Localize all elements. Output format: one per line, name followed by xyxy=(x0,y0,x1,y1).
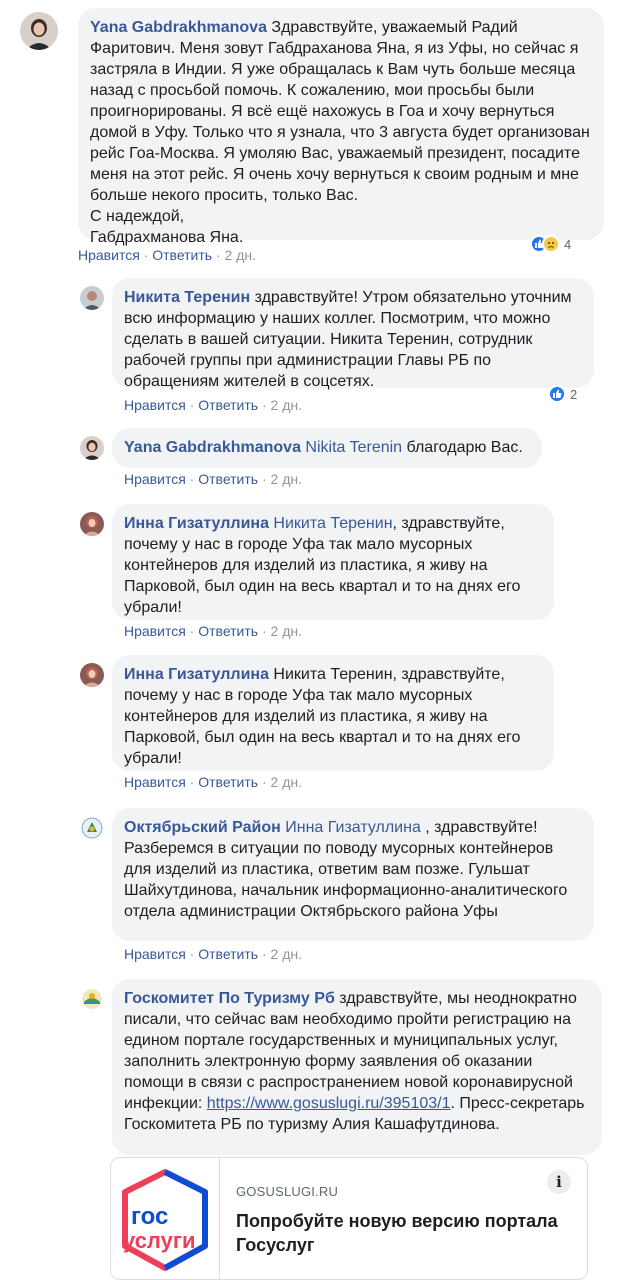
user-photo-icon xyxy=(20,12,58,50)
separator-dot: · xyxy=(258,946,271,962)
user-photo-icon xyxy=(80,663,104,687)
gosuslugi-logo: гос услуги xyxy=(111,1158,220,1279)
comment-bubble: Октябрьский Район Инна Гизатуллина , здр… xyxy=(112,808,594,941)
separator-dot: · xyxy=(185,946,199,962)
comment-actions: Нравится · Ответить · 2 дн. xyxy=(124,396,302,414)
like-reaction-icon xyxy=(548,385,566,403)
comment-nikita: Никита Теренин здравствуйте! Утром обяза… xyxy=(80,278,594,390)
mention-link[interactable]: Инна Гизатуллина xyxy=(285,819,421,836)
separator-dot: · xyxy=(185,623,199,639)
logo-text-top: гос xyxy=(131,1203,168,1230)
comment-author[interactable]: Инна Гизатуллина xyxy=(124,666,269,683)
user-photo-icon xyxy=(80,286,104,310)
comment-sign-2: Габдрахманова Яна. xyxy=(90,229,244,246)
comment-actions: Нравится · Ответить · 2 дн. xyxy=(78,246,256,264)
comment-yana-2: Yana Gabdrakhmanova Nikita Terenin благо… xyxy=(80,428,542,468)
comment-time[interactable]: 2 дн. xyxy=(271,623,302,639)
comment-inna-1: Инна Гизатуллина Никита Теренин, здравст… xyxy=(80,504,554,620)
comment-time[interactable]: 2 дн. xyxy=(271,774,302,790)
avatar[interactable] xyxy=(80,512,104,536)
comment-bubble: Инна Гизатуллина Никита Теренин, здравст… xyxy=(112,655,554,771)
tourism-committee-logo-icon xyxy=(80,987,104,1011)
preview-title[interactable]: Попробуйте новую версию портала Госуслуг xyxy=(236,1209,571,1257)
comment-time[interactable]: 2 дн. xyxy=(271,946,302,962)
comment-body: благодарю Вас. xyxy=(406,439,523,456)
comment-author[interactable]: Yana Gabdrakhmanova xyxy=(90,19,267,36)
reply-link[interactable]: Ответить xyxy=(198,397,258,413)
separator-dot: · xyxy=(139,247,153,263)
comment-actions: Нравится · Ответить · 2 дн. xyxy=(124,622,302,640)
reply-link[interactable]: Ответить xyxy=(198,623,258,639)
separator-dot: · xyxy=(185,774,199,790)
comment-text: Yana Gabdrakhmanova Здравствуйте, уважае… xyxy=(90,17,592,206)
reply-link[interactable]: Ответить xyxy=(198,946,258,962)
avatar[interactable] xyxy=(80,663,104,687)
comment-oktyabrsky: Октябрьский Район Инна Гизатуллина , здр… xyxy=(80,808,594,941)
reply-link[interactable]: Ответить xyxy=(152,247,212,263)
reactions-summary[interactable]: 4 xyxy=(530,235,571,253)
reply-link[interactable]: Ответить xyxy=(198,471,258,487)
avatar[interactable] xyxy=(20,12,58,50)
comment-author[interactable]: Инна Гизатуллина xyxy=(124,515,269,532)
comment-bubble: Госкомитет По Туризму Рб здравствуйте, м… xyxy=(112,979,602,1155)
like-link[interactable]: Нравится xyxy=(124,946,186,962)
reaction-count: 4 xyxy=(564,236,572,252)
avatar[interactable] xyxy=(80,436,104,460)
user-photo-icon xyxy=(80,436,104,460)
separator-dot: · xyxy=(258,471,271,487)
separator-dot: · xyxy=(258,774,271,790)
link-preview-card[interactable]: гос услуги GOSUSLUGI.RU Попробуйте новую… xyxy=(110,1157,588,1280)
comment-author[interactable]: Госкомитет По Туризму Рб xyxy=(124,990,335,1007)
info-icon[interactable]: i xyxy=(547,1170,571,1194)
mention-link[interactable]: Nikita Terenin xyxy=(305,439,402,456)
separator-dot: · xyxy=(185,471,199,487)
comment-bubble: Инна Гизатуллина Никита Теренин, здравст… xyxy=(112,504,554,620)
like-link[interactable]: Нравится xyxy=(124,471,186,487)
comment-sign-1: С надеждой, xyxy=(90,208,185,225)
comment-time[interactable]: 2 дн. xyxy=(271,471,302,487)
comment-author[interactable]: Октябрьский Район xyxy=(124,819,281,836)
comment-body: Здравствуйте, уважаемый Радий Фаритович.… xyxy=(90,19,590,204)
user-photo-icon xyxy=(80,512,104,536)
comment-actions: Нравится · Ответить · 2 дн. xyxy=(124,773,302,791)
separator-dot: · xyxy=(212,247,225,263)
like-link[interactable]: Нравится xyxy=(124,623,186,639)
comment-author[interactable]: Yana Gabdrakhmanova xyxy=(124,439,301,456)
reactions-summary[interactable]: 2 xyxy=(548,385,577,403)
district-emblem-icon xyxy=(80,816,104,840)
comment-goskomitet: Госкомитет По Туризму Рб здравствуйте, м… xyxy=(80,979,602,1155)
mention-link[interactable]: Никита Теренин xyxy=(273,515,392,532)
gosuslugi-logo-icon: гос услуги xyxy=(122,1168,208,1271)
comment-inna-2: Инна Гизатуллина Никита Теренин, здравст… xyxy=(80,655,554,771)
comment-actions: Нравится · Ответить · 2 дн. xyxy=(124,470,302,488)
gosuslugi-link[interactable]: https://www.gosuslugi.ru/395103/1 xyxy=(207,1095,451,1112)
separator-dot: · xyxy=(185,397,199,413)
sad-reaction-icon xyxy=(542,235,560,253)
comment-author[interactable]: Никита Теренин xyxy=(124,289,250,306)
comment-bubble: Никита Теренин здравствуйте! Утром обяза… xyxy=(112,278,594,390)
comment-body: здравствуйте, мы неоднократно писали, чт… xyxy=(124,990,577,1112)
logo-text-bottom: услуги xyxy=(123,1228,196,1253)
like-link[interactable]: Нравится xyxy=(78,247,140,263)
separator-dot: · xyxy=(258,623,271,639)
like-link[interactable]: Нравится xyxy=(124,397,186,413)
comment-time[interactable]: 2 дн. xyxy=(271,397,302,413)
reaction-count: 2 xyxy=(570,386,578,402)
preview-text: GOSUSLUGI.RU Попробуйте новую версию пор… xyxy=(220,1158,587,1279)
comment-yana-1: Yana Gabdrakhmanova Здравствуйте, уважае… xyxy=(20,8,604,246)
comment-bubble: Yana Gabdrakhmanova Nikita Terenin благо… xyxy=(112,428,542,468)
preview-domain: GOSUSLUGI.RU xyxy=(236,1184,339,1199)
avatar[interactable] xyxy=(80,987,104,1011)
avatar[interactable] xyxy=(80,816,104,840)
like-link[interactable]: Нравится xyxy=(124,774,186,790)
comment-actions: Нравится · Ответить · 2 дн. xyxy=(124,945,302,963)
avatar[interactable] xyxy=(80,286,104,310)
reply-link[interactable]: Ответить xyxy=(198,774,258,790)
comment-bubble: Yana Gabdrakhmanova Здравствуйте, уважае… xyxy=(78,8,604,246)
comment-time[interactable]: 2 дн. xyxy=(225,247,256,263)
separator-dot: · xyxy=(258,397,271,413)
